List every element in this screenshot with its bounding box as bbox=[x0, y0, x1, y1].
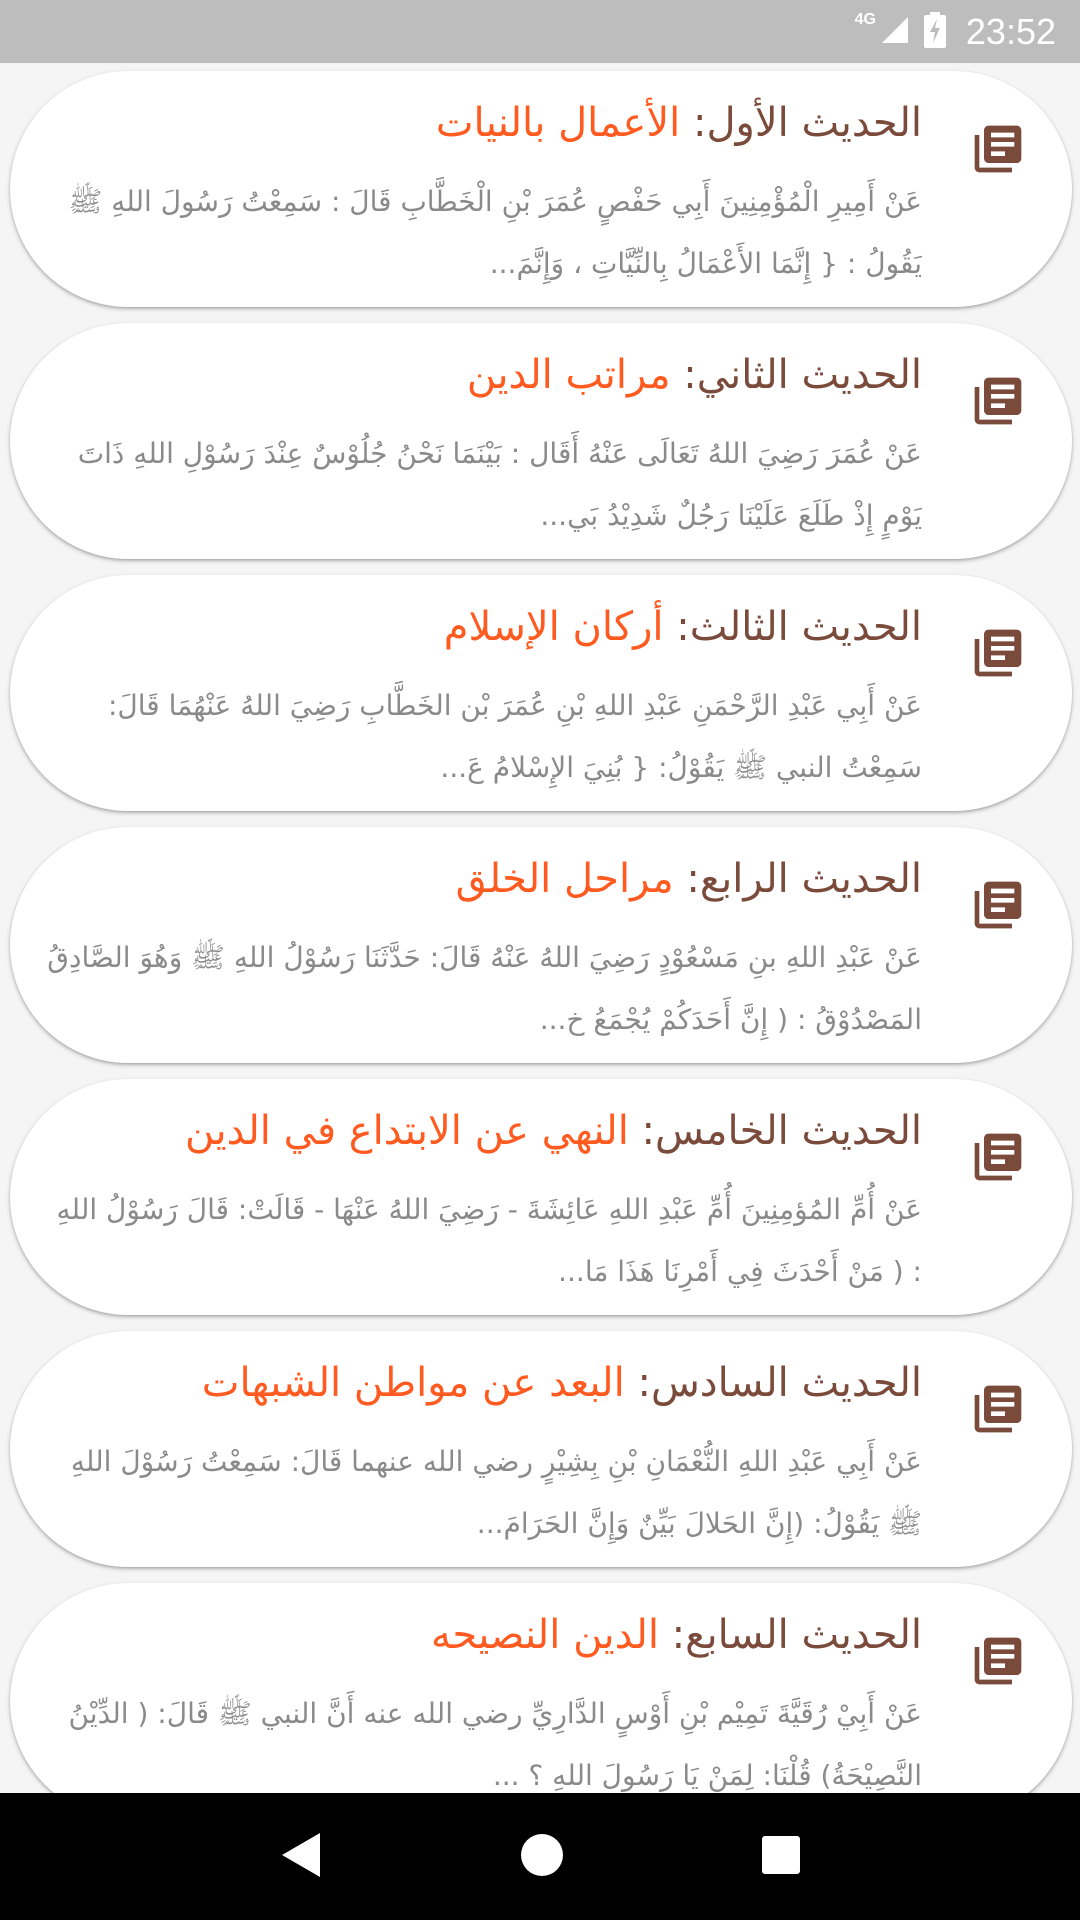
hadith-excerpt: عَنْ عَبْدِ اللهِ بنِ مَسْعُوْدٍ رَضِيَ … bbox=[47, 941, 922, 1036]
hadith-number-label: الحديث الثالث bbox=[689, 604, 922, 650]
hadith-number-label: الحديث السادس bbox=[650, 1360, 922, 1406]
hadith-excerpt: عَنْ عُمَرَ رَضِيَ اللهُ تَعَالَى عَنْهُ… bbox=[77, 437, 922, 532]
back-triangle-icon[interactable] bbox=[278, 1830, 324, 1884]
hadith-card[interactable]: الحديث السادس: البعد عن مواطن الشبهات عَ… bbox=[10, 1331, 1072, 1567]
library-books-icon bbox=[970, 1129, 1026, 1185]
library-books-icon bbox=[970, 877, 1026, 933]
library-books-icon bbox=[970, 1633, 1026, 1689]
library-books-icon bbox=[970, 1381, 1026, 1437]
hadith-excerpt: عَنْ أَبِي عَبْدِ الرَّحْمَنِ عَبْدِ الل… bbox=[107, 689, 922, 784]
hadith-card[interactable]: الحديث الخامس: النهي عن الابتداع في الدي… bbox=[10, 1079, 1072, 1315]
hadith-list: الحديث الأول: الأعمال بالنيات عَنْ أَمِي… bbox=[0, 63, 1080, 1793]
hadith-subject: النهي عن الابتداع في الدين bbox=[185, 1108, 629, 1154]
hadith-subject: أركان الإسلام bbox=[443, 604, 664, 650]
hadith-number-label: الحديث الأول bbox=[706, 100, 922, 146]
hadith-subject: مراحل الخلق bbox=[455, 856, 674, 902]
hadith-card[interactable]: الحديث السابع: الدين النصيحه عَنْ أَبِيْ… bbox=[10, 1583, 1072, 1793]
hadith-title: الحديث الثالث: أركان الإسلام bbox=[443, 604, 922, 650]
hadith-number-label: الحديث الثاني bbox=[696, 352, 922, 398]
hadith-title: الحديث السابع: الدين النصيحه bbox=[430, 1612, 922, 1658]
hadith-number-label: الحديث السابع bbox=[685, 1612, 922, 1658]
hadith-card[interactable]: الحديث الرابع: مراحل الخلق عَنْ عَبْدِ ا… bbox=[10, 827, 1072, 1063]
home-circle-icon[interactable] bbox=[519, 1832, 565, 1882]
navigation-bar bbox=[0, 1793, 1080, 1920]
battery-charging-icon bbox=[923, 11, 946, 52]
hadith-title: الحديث الخامس: النهي عن الابتداع في الدي… bbox=[185, 1108, 922, 1154]
hadith-subject: الأعمال بالنيات bbox=[435, 100, 681, 146]
hadith-subject: البعد عن مواطن الشبهات bbox=[201, 1360, 625, 1406]
hadith-excerpt: عَنْ أَبِيْ رُقَيَّةَ تَمِيْم بْنِ أَوْس… bbox=[68, 1697, 922, 1792]
status-bar: 4G 23:52 bbox=[0, 0, 1080, 63]
hadith-excerpt: عَنْ أَمِيرِ الْمُؤْمِنِينَ أَبِي حَفْصٍ… bbox=[68, 185, 922, 280]
network-type-label: 4G bbox=[854, 10, 876, 28]
hadith-title: الحديث السادس: البعد عن مواطن الشبهات bbox=[201, 1360, 922, 1406]
library-books-icon bbox=[970, 625, 1026, 681]
hadith-title: الحديث الثاني: مراتب الدين bbox=[466, 352, 922, 398]
hadith-card[interactable]: الحديث الثالث: أركان الإسلام عَنْ أَبِي … bbox=[10, 575, 1072, 811]
hadith-number-label: الحديث الخامس bbox=[655, 1108, 922, 1154]
recents-square-icon[interactable] bbox=[760, 1834, 802, 1880]
hadith-excerpt: عَنْ أُمِّ المُؤمِنِينَ أُمِّ عَبْدِ الل… bbox=[56, 1193, 922, 1288]
library-books-icon bbox=[970, 373, 1026, 429]
hadith-card[interactable]: الحديث الأول: الأعمال بالنيات عَنْ أَمِي… bbox=[10, 71, 1072, 307]
clock: 23:52 bbox=[965, 10, 1056, 52]
hadith-card[interactable]: الحديث الثاني: مراتب الدين عَنْ عُمَرَ ر… bbox=[10, 323, 1072, 559]
hadith-number-label: الحديث الرابع bbox=[699, 856, 922, 902]
hadith-title: الحديث الأول: الأعمال بالنيات bbox=[435, 100, 922, 146]
signal-icon bbox=[880, 15, 910, 49]
library-books-icon bbox=[970, 121, 1026, 177]
hadith-subject: الدين النصيحه bbox=[430, 1612, 659, 1658]
hadith-subject: مراتب الدين bbox=[466, 352, 671, 398]
hadith-excerpt: عَنْ أَبِي عَبْدِ اللهِ النُّعْمَانِ بْن… bbox=[70, 1445, 922, 1540]
hadith-title: الحديث الرابع: مراحل الخلق bbox=[455, 856, 922, 902]
